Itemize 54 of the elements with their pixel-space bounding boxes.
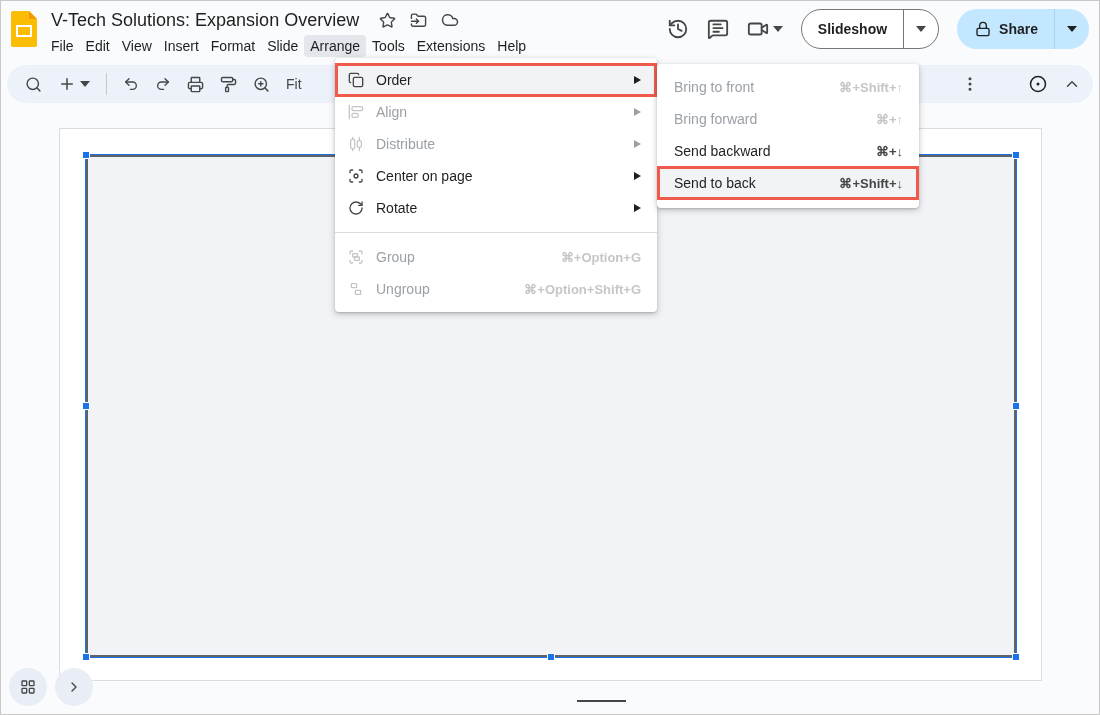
grid-icon	[20, 679, 36, 695]
menu-item[interactable]: Center on page	[336, 160, 656, 192]
plus-icon[interactable]	[58, 75, 90, 93]
resize-handle[interactable]	[81, 401, 90, 410]
menu-item[interactable]: Arrange	[304, 35, 367, 57]
menu-item[interactable]: File	[45, 35, 80, 57]
search-icon[interactable]	[25, 75, 42, 93]
document-title[interactable]: V-Tech Solutions: Expansion Overview	[51, 9, 360, 31]
menu-item[interactable]: Extensions	[410, 35, 492, 57]
print-icon[interactable]	[187, 75, 204, 93]
menu-item[interactable]: Slide	[261, 35, 305, 57]
group-icon	[348, 249, 364, 265]
center-frame-icon	[348, 168, 364, 184]
ungroup-icon	[348, 281, 364, 297]
slides-logo-icon	[11, 11, 37, 47]
slideshow-button[interactable]: Slideshow	[801, 10, 905, 48]
share-split-button[interactable]: Share	[957, 9, 1089, 49]
lock-icon	[975, 21, 992, 37]
resize-handle[interactable]	[1011, 652, 1020, 661]
stacked-squares-icon	[348, 72, 364, 88]
menu-item[interactable]: Insert	[157, 35, 205, 57]
menu-item[interactable]: Send to back ⌘+Shift+↓	[658, 167, 918, 199]
resize-handle[interactable]	[1011, 401, 1020, 410]
menu-item[interactable]: Send backward ⌘+↓	[658, 135, 918, 167]
zoom-select[interactable]: Fit	[286, 76, 336, 92]
comment-icon[interactable]	[706, 18, 729, 40]
move-folder-icon[interactable]	[410, 11, 428, 29]
star-icon[interactable]	[379, 11, 397, 29]
distribute-icon	[348, 136, 364, 152]
share-button[interactable]: Share	[957, 9, 1055, 49]
history-icon[interactable]	[666, 18, 689, 40]
menu-item[interactable]: Format	[204, 35, 262, 57]
record-icon[interactable]	[1029, 75, 1047, 93]
resize-handle[interactable]	[81, 150, 90, 159]
redo-icon[interactable]	[155, 76, 171, 92]
menu-item[interactable]: Help	[491, 35, 533, 57]
menu-item[interactable]: Edit	[79, 35, 116, 57]
menu-item[interactable]: Order	[336, 64, 656, 96]
cloud-icon[interactable]	[441, 11, 460, 29]
caret-icon	[1067, 26, 1077, 32]
resize-handle[interactable]	[81, 652, 90, 661]
slideshow-split-button[interactable]: Slideshow	[800, 9, 940, 49]
resize-handle[interactable]	[1011, 150, 1020, 159]
rotate-icon	[348, 200, 364, 216]
undo-icon[interactable]	[123, 76, 139, 92]
menu-item[interactable]: Rotate	[336, 192, 656, 224]
grid-view-button[interactable]	[9, 668, 47, 706]
menu-item[interactable]: View	[115, 35, 158, 57]
caret-icon	[916, 26, 927, 32]
align-left-icon	[348, 104, 364, 120]
paint-format-icon[interactable]	[220, 75, 237, 93]
menu-item[interactable]: Tools	[366, 35, 411, 57]
resize-handle[interactable]	[546, 652, 555, 661]
zoom-icon[interactable]	[253, 75, 270, 93]
